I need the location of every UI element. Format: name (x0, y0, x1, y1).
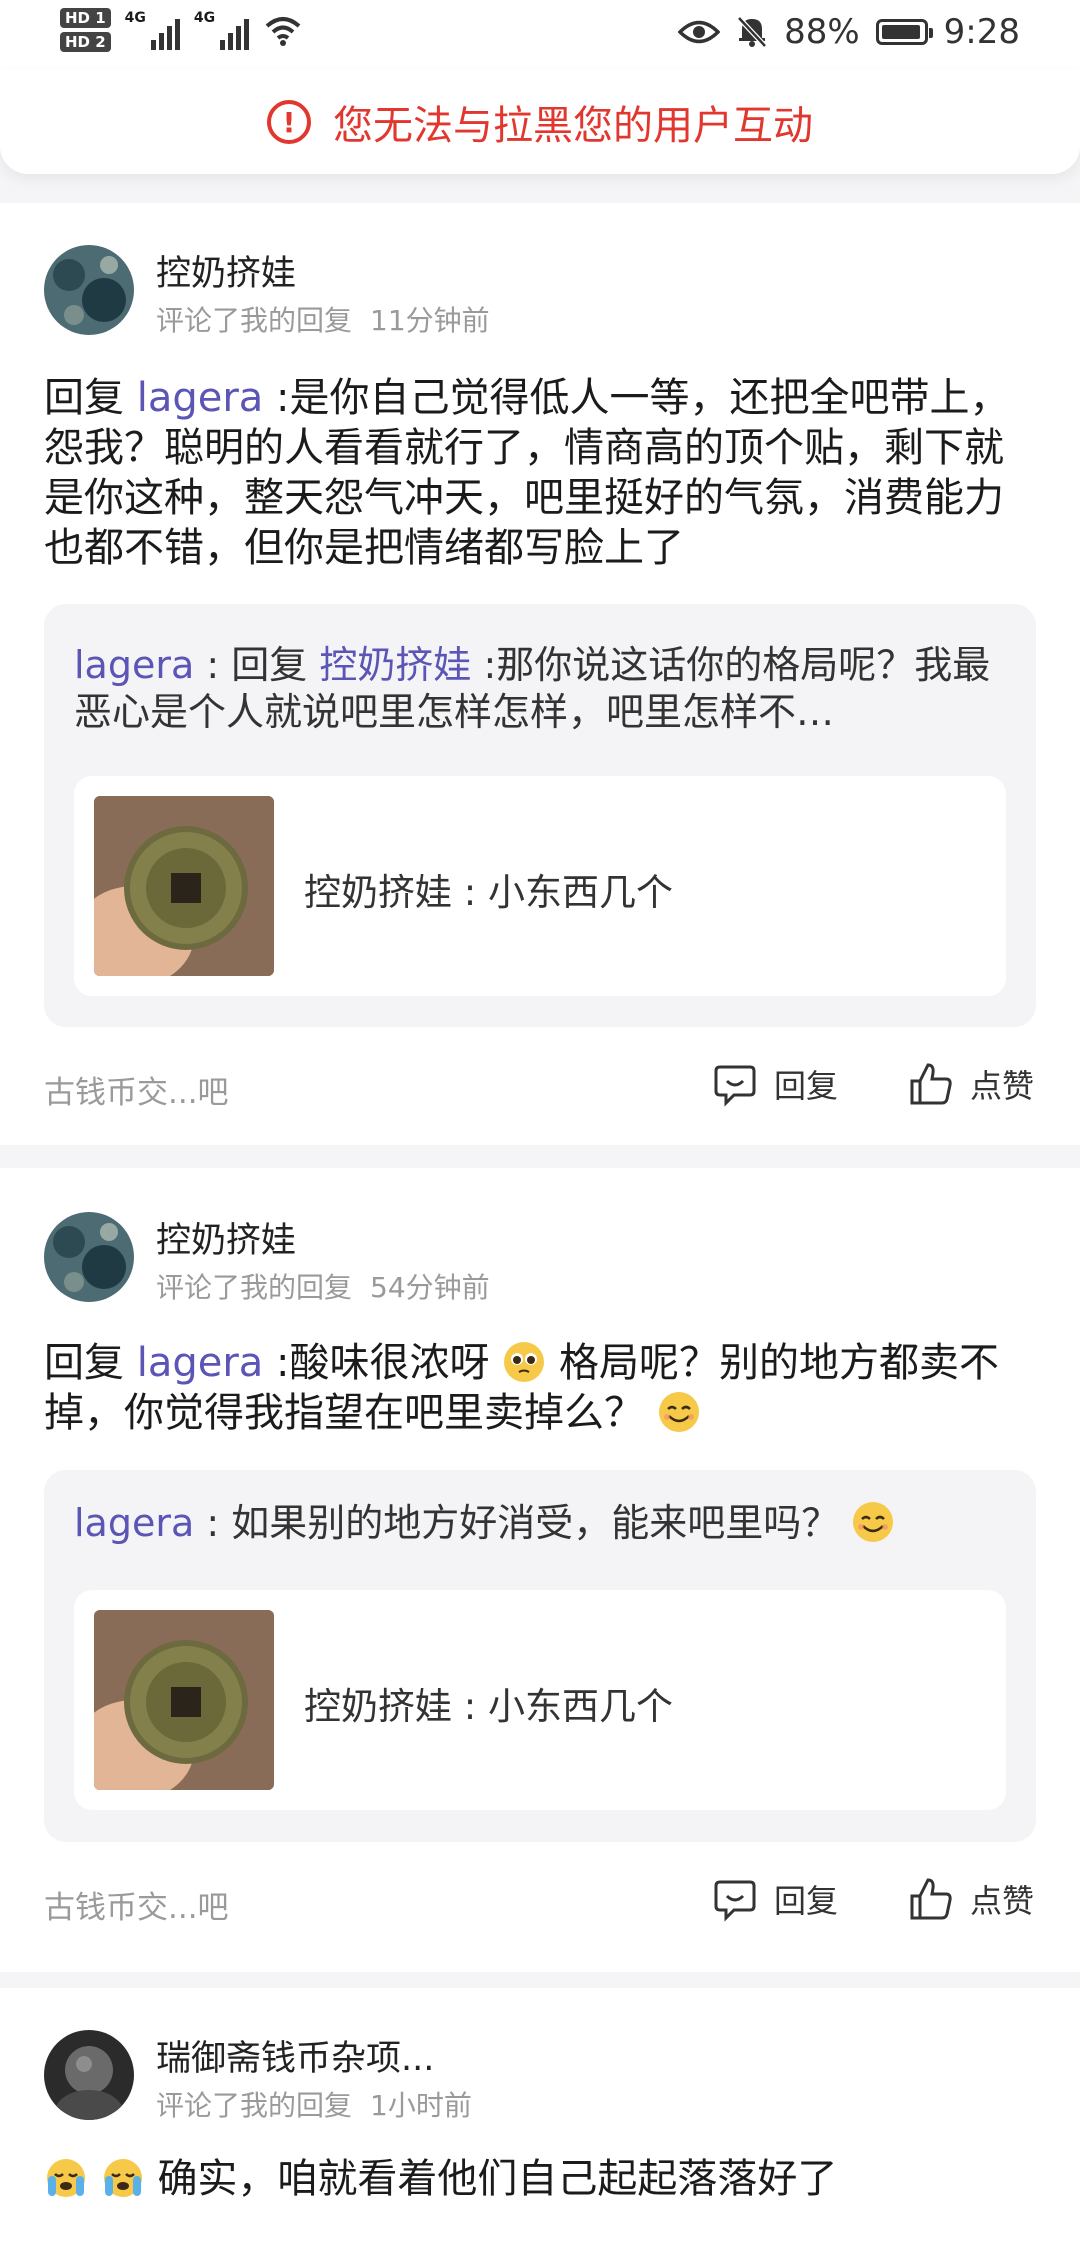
comment-text[interactable]: 确实，咱就看着他们自己起起落落好了 (44, 2154, 1034, 2204)
forum-link[interactable]: 古钱币交...吧 (44, 1067, 229, 1112)
quote-sep: : (194, 1501, 232, 1545)
comment-body: 确实，咱就看着他们自己起起落落好了 (157, 2156, 838, 2202)
like-label: 点赞 (970, 1067, 1035, 1105)
quoted-text: lagera : 回复 控奶挤娃 :那你说这话你的格局呢？我最恶心是个人就说吧里… (74, 642, 1014, 736)
forum-link[interactable]: 古钱币交...吧 (44, 1882, 229, 1927)
avatar[interactable] (44, 245, 134, 335)
status-bar-right: 88% 9:28 (678, 12, 1020, 52)
username[interactable]: 控奶挤娃 (156, 245, 296, 296)
battery-icon (875, 19, 933, 45)
comment-text[interactable]: 回复 lagera :是你自己觉得低人一等，还把全吧带上，怨我？聪明的人看看就行… (44, 373, 1034, 573)
comment-icon (714, 1880, 756, 1922)
warning-circle-icon: ! (267, 100, 311, 144)
reply-prefix: 回复 (44, 375, 124, 421)
status-bar-left: HD 1 HD 2 4G 4G (60, 8, 303, 52)
smiling-face-emoji (853, 1502, 894, 1542)
username[interactable]: 控奶挤娃 (156, 1212, 296, 1263)
quote-body: 如果别的地方好消受，能来吧里吗？ (231, 1501, 840, 1545)
notification-meta: 评论了我的回复 11分钟前 (156, 299, 490, 339)
quote-reply-prefix: 回复 (231, 643, 308, 687)
reply-label: 回复 (774, 1882, 839, 1920)
signal-2-icon: 4G (193, 10, 250, 50)
like-button[interactable]: 点赞 (908, 1061, 1034, 1107)
quote-author[interactable]: lagera (74, 643, 194, 687)
banner-text: 您无法与拉黑您的用户互动 (333, 103, 813, 149)
action-text: 评论了我的回复 (156, 2089, 353, 2122)
timestamp: 1小时前 (370, 2089, 472, 2122)
clock: 9:28 (943, 12, 1020, 52)
avatar[interactable] (44, 2030, 134, 2120)
timestamp: 54分钟前 (370, 1271, 490, 1304)
thumbs-up-icon (910, 1878, 952, 1920)
quoted-text: lagera : 如果别的地方好消受，能来吧里吗？ (74, 1500, 1014, 1547)
bell-off-icon (737, 16, 767, 48)
avatar[interactable] (44, 1212, 134, 1302)
quoted-reply[interactable]: lagera : 如果别的地方好消受，能来吧里吗？ 控奶挤娃: 小东西几个 (44, 1470, 1036, 1842)
thread-preview[interactable]: 控奶挤娃 : 小东西几个 (74, 1590, 1006, 1810)
like-label: 点赞 (970, 1882, 1035, 1920)
pleading-face-emoji (504, 1342, 545, 1382)
reply-prefix: 回复 (44, 1340, 124, 1386)
signal-1-icon: 4G (125, 10, 180, 50)
mention-link[interactable]: lagera (137, 1340, 264, 1386)
thread-thumbnail (94, 1610, 274, 1790)
network-1-label: 4G (124, 10, 146, 26)
reply-label: 回复 (774, 1067, 839, 1105)
username[interactable]: 瑞御斋钱币杂项... (156, 2030, 434, 2081)
timestamp: 11分钟前 (370, 304, 490, 337)
network-2-label: 4G (193, 10, 216, 26)
action-text: 评论了我的回复 (156, 304, 353, 337)
reply-button[interactable]: 回复 (712, 1876, 838, 1922)
comment-icon (714, 1065, 756, 1107)
smiling-face-emoji (658, 1392, 699, 1432)
quote-author[interactable]: lagera (74, 1501, 194, 1545)
notification-meta: 评论了我的回复 54分钟前 (156, 1266, 490, 1306)
thread-title: 控奶挤娃 : 小东西几个 (304, 871, 673, 914)
notification-card[interactable]: 控奶挤娃 评论了我的回复 11分钟前 回复 lagera :是你自己觉得低人一等，… (0, 203, 1080, 1145)
status-bar: HD 1 HD 2 4G 4G 88% 9:28 (0, 0, 1080, 70)
reply-button[interactable]: 回复 (712, 1061, 838, 1107)
comment-text[interactable]: 回复 lagera :酸味很浓呀 格局呢？别的地方都卖不掉，你觉得我指望在吧里卖… (44, 1338, 1034, 1438)
comment-body-a: :酸味很浓呀 (276, 1340, 490, 1386)
notification-meta: 评论了我的回复 1小时前 (156, 2084, 472, 2124)
quote-mention[interactable]: 控奶挤娃 (319, 643, 471, 687)
action-text: 评论了我的回复 (156, 1271, 353, 1304)
thumbs-up-icon (910, 1063, 952, 1105)
blocked-banner: ! 您无法与拉黑您的用户互动 (0, 70, 1080, 174)
hd1-label: HD 1 (60, 8, 111, 28)
notification-card[interactable]: 瑞御斋钱币杂项... 评论了我的回复 1小时前 确实，咱就看着他们自己起起落落好了 (0, 1988, 1080, 2244)
like-button[interactable]: 点赞 (908, 1876, 1034, 1922)
thread-title: 控奶挤娃 : 小东西几个 (304, 1685, 673, 1728)
quoted-reply[interactable]: lagera : 回复 控奶挤娃 :那你说这话你的格局呢？我最恶心是个人就说吧里… (44, 604, 1036, 1027)
wifi-icon (265, 17, 301, 46)
thread-thumbnail (94, 796, 274, 976)
hd-indicators: HD 1 HD 2 (60, 8, 111, 52)
crying-face-emoji (103, 2159, 142, 2197)
quote-sep: : (194, 643, 232, 687)
eye-icon (678, 20, 721, 44)
notification-card[interactable]: 控奶挤娃 评论了我的回复 54分钟前 回复 lagera :酸味很浓呀 格局呢？别… (0, 1168, 1080, 1972)
mention-link[interactable]: lagera (137, 375, 264, 421)
battery-percent: 88% (784, 12, 860, 52)
crying-face-emoji (47, 2159, 85, 2197)
hd2-label: HD 2 (60, 32, 111, 52)
thread-preview[interactable]: 控奶挤娃 : 小东西几个 (74, 776, 1006, 996)
